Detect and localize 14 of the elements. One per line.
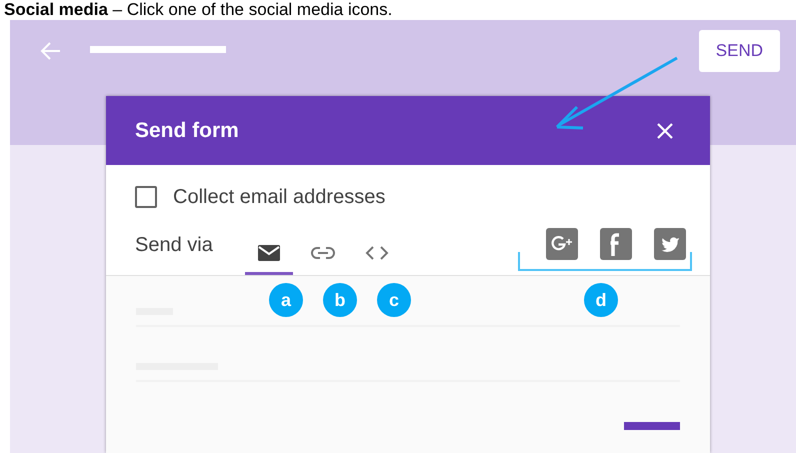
google-plus-icon[interactable] (546, 228, 578, 260)
checkbox-label: Collect email addresses (173, 186, 386, 208)
code-icon (364, 244, 390, 260)
checkbox[interactable] (135, 186, 157, 208)
dialog-title: Send form (135, 118, 239, 142)
send-button[interactable]: SEND (698, 30, 780, 72)
close-icon[interactable] (656, 122, 674, 140)
bird-icon[interactable] (654, 228, 686, 260)
link-icon (310, 246, 336, 260)
facebook-icon[interactable] (600, 228, 632, 260)
send-via-label: Send via (135, 234, 213, 257)
action-placeholder (624, 422, 680, 430)
caption: Social media – Click one of the social media icons. (3, 0, 394, 20)
mail-icon (256, 244, 281, 262)
